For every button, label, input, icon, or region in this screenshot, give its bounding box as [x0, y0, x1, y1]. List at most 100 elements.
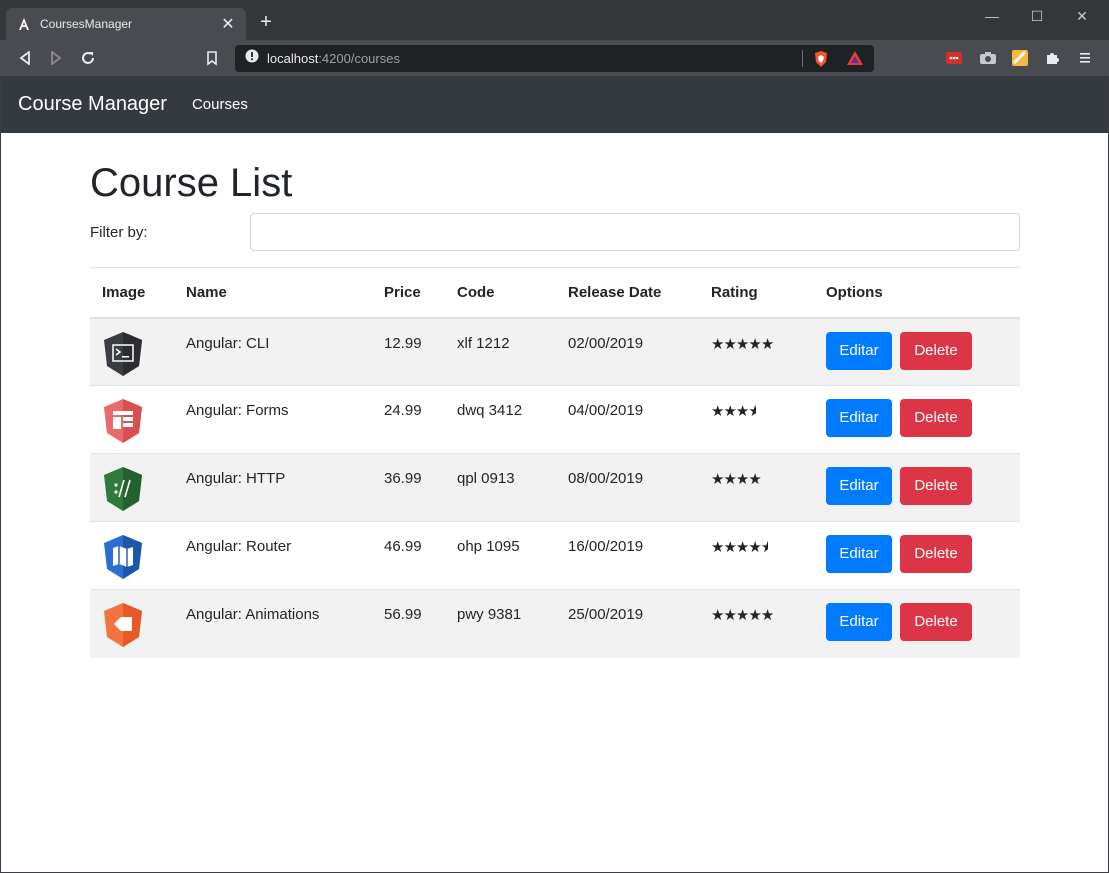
nav-link-courses[interactable]: Courses — [192, 96, 248, 113]
url-path: :4200/courses — [318, 51, 400, 66]
edit-button[interactable]: Editar — [826, 467, 892, 505]
course-price: 56.99 — [372, 589, 445, 658]
brave-shield-icon[interactable] — [813, 50, 829, 73]
course-release-date: 04/00/2019 — [556, 385, 699, 454]
table-row: Angular: Animations 56.99 pwy 9381 25/00… — [90, 589, 1020, 658]
course-code: pwy 9381 — [445, 589, 556, 658]
table-row: Angular: CLI 12.99 xlf 1212 02/00/2019 ★… — [90, 317, 1020, 386]
course-release-date: 08/00/2019 — [556, 453, 699, 522]
header-name: Name — [174, 267, 372, 319]
delete-button[interactable]: Delete — [900, 399, 972, 437]
minimize-icon[interactable]: — — [977, 8, 1007, 28]
star-icon: ★ — [748, 335, 761, 353]
course-price: 12.99 — [372, 317, 445, 386]
bookmark-icon[interactable] — [202, 48, 222, 68]
navbar-brand[interactable]: Course Manager — [18, 93, 167, 116]
omnibox-divider — [802, 50, 803, 67]
edit-button[interactable]: Editar — [826, 399, 892, 437]
star-icon: ★ — [711, 403, 724, 420]
options-cell: Editar Delete — [814, 521, 1020, 590]
image-cell — [90, 589, 174, 658]
animations-icon — [104, 603, 142, 647]
star-icon: ★ — [760, 335, 774, 353]
table-row: Angular: Forms 24.99 dwq 3412 04/00/2019… — [90, 385, 1020, 454]
http-icon — [104, 467, 142, 511]
header-price: Price — [372, 267, 445, 319]
star-icon: ★ — [748, 471, 761, 488]
page-title: Course List — [90, 161, 293, 205]
delete-button[interactable]: Delete — [900, 603, 972, 641]
back-icon[interactable] — [15, 48, 35, 68]
angular-favicon-icon — [16, 16, 32, 32]
table-row: Angular: HTTP 36.99 qpl 0913 08/00/2019 … — [90, 453, 1020, 522]
info-icon[interactable] — [245, 49, 259, 68]
course-price: 36.99 — [372, 453, 445, 522]
star-icon: ★ — [760, 607, 774, 624]
star-icon: ★ — [723, 471, 736, 488]
menu-icon[interactable] — [1075, 48, 1095, 68]
rating-stars: ★★★★★ — [711, 607, 774, 624]
courses-table: Image Name Price Code Release Date Ratin… — [90, 267, 1020, 658]
header-rating: Rating — [699, 267, 814, 319]
star-icon: ★ — [735, 335, 749, 353]
image-cell — [90, 453, 174, 522]
half-star-icon: ★ — [760, 539, 769, 556]
star-icon: ★ — [723, 607, 736, 624]
course-rating: ★★★★ — [699, 453, 814, 522]
course-name: Angular: Router — [174, 521, 372, 590]
course-rating: ★★★★★ — [699, 521, 814, 590]
browser-tab[interactable]: CoursesManager ✕ — [6, 8, 246, 40]
filter-label: Filter by: — [90, 224, 148, 241]
reload-icon[interactable] — [78, 48, 98, 68]
rating-stars: ★★★★ — [711, 403, 756, 420]
course-code: qpl 0913 — [445, 453, 556, 522]
star-icon: ★ — [711, 471, 724, 488]
course-rating: ★★★★★ — [699, 317, 814, 386]
brave-rewards-icon[interactable] — [846, 50, 864, 71]
table-header-row: Image Name Price Code Release Date Ratin… — [90, 267, 1020, 319]
extension-red-icon[interactable] — [944, 48, 964, 68]
delete-button[interactable]: Delete — [900, 467, 972, 505]
star-icon: ★ — [723, 539, 736, 556]
browser-tabstrip: CoursesManager ✕ + — ☐ ✕ — [0, 0, 1109, 40]
star-icon: ★ — [711, 607, 724, 624]
address-bar[interactable]: localhost:4200/courses — [235, 45, 874, 72]
header-options: Options — [814, 267, 1020, 319]
edit-button[interactable]: Editar — [826, 331, 892, 370]
header-release-date: Release Date — [556, 267, 699, 319]
extension-orange-icon[interactable] — [1010, 48, 1030, 68]
maximize-icon[interactable]: ☐ — [1022, 8, 1052, 28]
course-release-date: 16/00/2019 — [556, 521, 699, 590]
rating-stars: ★★★★★ — [711, 335, 774, 353]
course-code: xlf 1212 — [445, 317, 556, 386]
table-row: Angular: Router 46.99 ohp 1095 16/00/201… — [90, 521, 1020, 590]
image-cell — [90, 385, 174, 454]
course-code: ohp 1095 — [445, 521, 556, 590]
star-icon: ★ — [735, 471, 749, 488]
course-name: Angular: Forms — [174, 385, 372, 454]
filter-input[interactable] — [250, 213, 1020, 251]
options-cell: Editar Delete — [814, 385, 1020, 454]
edit-button[interactable]: Editar — [826, 535, 892, 573]
extensions-puzzle-icon[interactable] — [1042, 48, 1062, 68]
edit-button[interactable]: Editar — [826, 603, 892, 641]
star-icon: ★ — [735, 607, 749, 624]
course-release-date: 02/00/2019 — [556, 317, 699, 386]
tab-title: CoursesManager — [40, 17, 133, 31]
camera-icon[interactable] — [978, 48, 998, 68]
delete-button[interactable]: Delete — [900, 535, 972, 573]
page-content: Course List Filter by: Image Name Price … — [1, 133, 1108, 872]
cli-icon — [104, 331, 142, 376]
forms-icon — [104, 399, 142, 443]
half-star-icon: ★ — [748, 403, 756, 420]
close-tab-icon[interactable]: ✕ — [220, 14, 236, 34]
options-cell: Editar Delete — [814, 453, 1020, 522]
app-navbar: Course Manager Courses — [1, 76, 1108, 133]
course-name: Angular: CLI — [174, 317, 372, 386]
forward-icon[interactable] — [46, 48, 66, 68]
window-close-icon[interactable]: ✕ — [1067, 8, 1097, 28]
rating-stars: ★★★★★ — [711, 539, 768, 556]
new-tab-icon[interactable]: + — [256, 12, 276, 32]
header-image: Image — [90, 267, 174, 319]
delete-button[interactable]: Delete — [900, 331, 972, 370]
